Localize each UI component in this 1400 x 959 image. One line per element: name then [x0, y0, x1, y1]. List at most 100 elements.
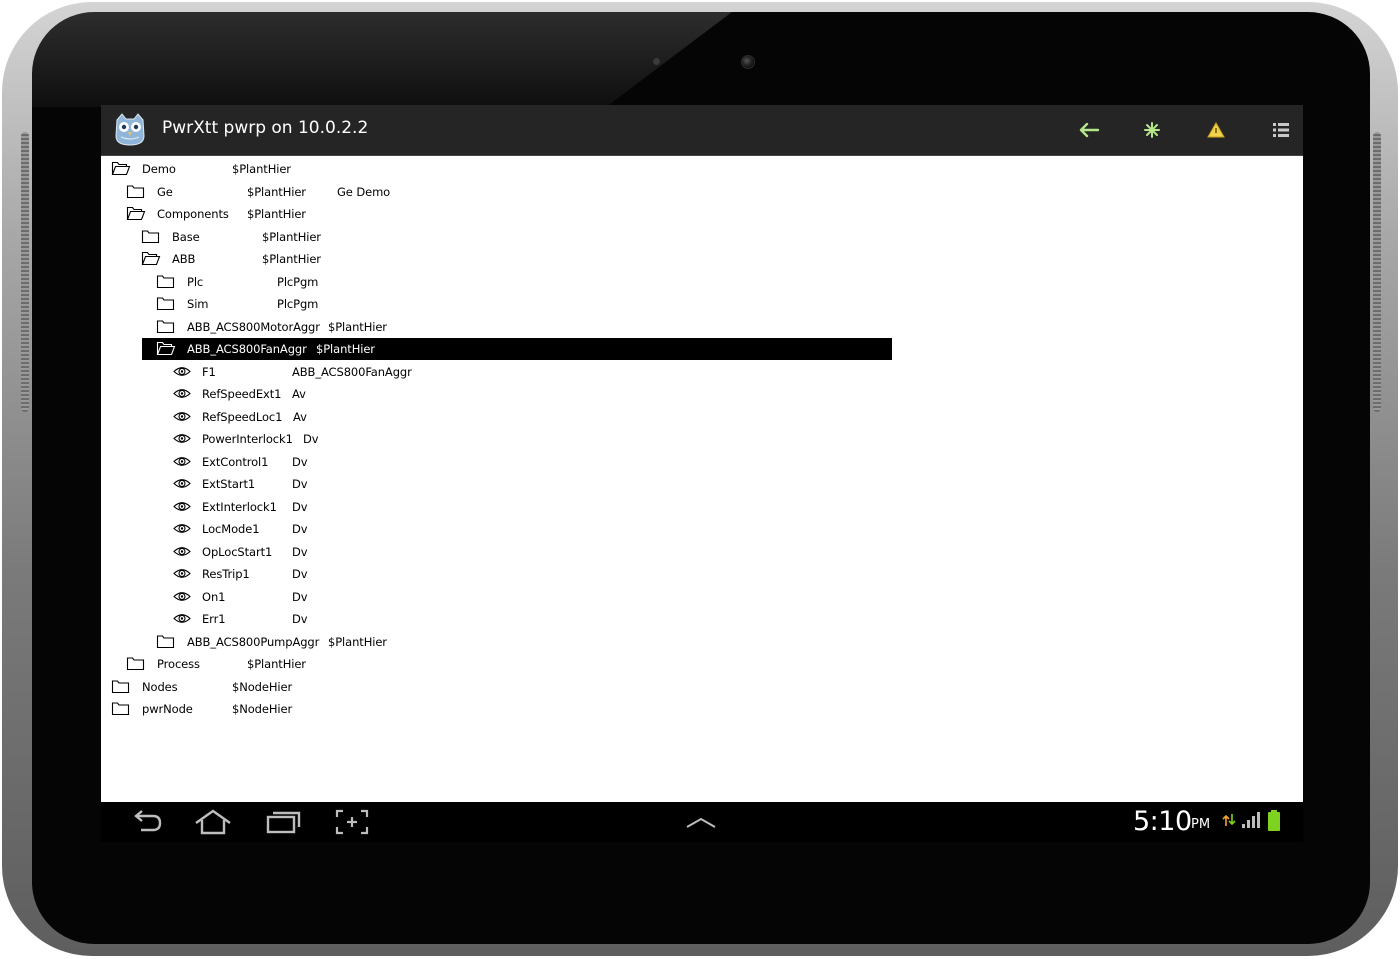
screen: PwrXtt pwrp on 10.0.2.2 Demo $PlantHier …: [101, 105, 1303, 842]
tree-item-class: Dv: [292, 454, 308, 469]
tree-item-class: $NodeHier: [232, 702, 293, 716]
warning-triangle-icon: [1207, 121, 1225, 138]
status-clock: 5:10: [1133, 806, 1192, 837]
tree-row[interactable]: Components $PlantHier: [101, 203, 1303, 225]
eye-icon[interactable]: [172, 430, 192, 447]
tree-row[interactable]: Sim PlcPgm: [101, 293, 1303, 315]
tree-item-class: Dv: [292, 522, 308, 536]
tree-row[interactable]: Plc PlcPgm: [101, 271, 1303, 293]
folder-open-icon[interactable]: [126, 205, 146, 222]
tree-item-class: PlcPgm: [277, 274, 319, 289]
eye-icon[interactable]: [172, 610, 192, 627]
tree-item-name: Process: [157, 657, 200, 671]
alarm-list-button[interactable]: [1201, 115, 1231, 145]
tree-row[interactable]: LocMode1 Dv: [101, 518, 1303, 540]
tree-item-name: RefSpeedLoc1: [202, 409, 283, 424]
tree-row[interactable]: ExtStart1 Dv: [101, 473, 1303, 495]
tree-row[interactable]: F1 ABB_ACS800FanAggr: [101, 361, 1303, 383]
tree-row[interactable]: OpLocStart1 Dv: [101, 541, 1303, 563]
folder-icon[interactable]: [111, 678, 131, 695]
folder-open-icon[interactable]: [156, 340, 176, 357]
tree-item-name: Plc: [187, 274, 204, 289]
tree-item-class: Dv: [303, 432, 319, 446]
folder-icon[interactable]: [156, 633, 176, 650]
tree-row[interactable]: ExtControl1 Dv: [101, 451, 1303, 473]
tree-row[interactable]: ABB_ACS800FanAggr $PlantHier: [101, 338, 1303, 360]
tree-row[interactable]: ResTrip1 Dv: [101, 563, 1303, 585]
tree-item-name: RefSpeedExt1: [202, 387, 282, 401]
tree-item-class: $PlantHier: [316, 342, 375, 356]
tree-row[interactable]: pwrNode $NodeHier: [101, 698, 1303, 720]
tree-item-name: On1: [202, 589, 226, 604]
nav-back-button[interactable]: [127, 807, 167, 837]
object-info-button[interactable]: [1137, 115, 1167, 145]
tree-item-name: Components: [157, 207, 229, 221]
folder-icon[interactable]: [156, 273, 176, 290]
tree-row[interactable]: Ge $PlantHier Ge Demo: [101, 181, 1303, 203]
tree-row[interactable]: ExtInterlock1 Dv: [101, 496, 1303, 518]
eye-icon[interactable]: [172, 475, 192, 492]
tree-row[interactable]: ABB $PlantHier: [101, 248, 1303, 270]
tree-item-name: LocMode1: [202, 522, 260, 536]
eye-icon[interactable]: [172, 520, 192, 537]
eye-icon[interactable]: [172, 453, 192, 470]
tree-row[interactable]: Nodes $NodeHier: [101, 676, 1303, 698]
tree-item-class: ABB_ACS800FanAggr: [292, 364, 412, 379]
folder-open-icon[interactable]: [141, 250, 161, 267]
tree-item-name: ABB_ACS800FanAggr: [187, 342, 307, 356]
tree-item-name: ABB_ACS800PumpAggr: [187, 634, 320, 649]
eye-icon[interactable]: [172, 565, 192, 582]
tree-item-name: ExtInterlock1: [202, 499, 277, 514]
eye-icon[interactable]: [172, 498, 192, 515]
folder-open-icon[interactable]: [111, 160, 131, 177]
tree-item-class: $PlantHier: [247, 184, 306, 199]
right-speaker-grille: [1373, 132, 1381, 412]
tree-row[interactable]: ABB_ACS800MotorAggr $PlantHier: [101, 316, 1303, 338]
front-camera: [741, 55, 755, 69]
tree-item-class: Av: [293, 409, 307, 424]
back-arrow-button[interactable]: [1074, 115, 1104, 145]
eye-icon[interactable]: [172, 385, 192, 402]
nav-recents-button[interactable]: [263, 807, 303, 837]
tree-item-class: PlcPgm: [277, 297, 319, 311]
light-sensor: [653, 58, 660, 65]
tree-item-name: ExtControl1: [202, 454, 269, 469]
tree-item-class: $PlantHier: [262, 252, 321, 266]
eye-icon[interactable]: [172, 363, 192, 380]
menu-button[interactable]: [1266, 115, 1296, 145]
tree-row[interactable]: Demo $PlantHier: [101, 158, 1303, 180]
eye-icon[interactable]: [172, 408, 192, 425]
eye-icon[interactable]: [172, 543, 192, 560]
tree-row[interactable]: RefSpeedLoc1 Av: [101, 406, 1303, 428]
eye-icon[interactable]: [172, 588, 192, 605]
folder-icon[interactable]: [141, 228, 161, 245]
tree-item-name: OpLocStart1: [202, 544, 273, 559]
bezel-reflection: [32, 12, 732, 107]
tree-row[interactable]: Err1 Dv: [101, 608, 1303, 630]
folder-icon[interactable]: [111, 700, 131, 717]
screenshot-icon: [335, 809, 369, 835]
tree-row[interactable]: Base $PlantHier: [101, 226, 1303, 248]
nav-expand-button[interactable]: [681, 807, 721, 837]
tree-item-name: Demo: [142, 162, 176, 176]
app-title: PwrXtt pwrp on 10.0.2.2: [162, 118, 369, 138]
system-nav-bar: 5:10 PM: [101, 802, 1303, 842]
nav-screenshot-button[interactable]: [332, 807, 372, 837]
nav-home-button[interactable]: [193, 807, 233, 837]
folder-icon[interactable]: [126, 655, 146, 672]
tree-item-class: $NodeHier: [232, 679, 293, 694]
tree-row[interactable]: Process $PlantHier: [101, 653, 1303, 675]
folder-icon[interactable]: [126, 183, 146, 200]
tree-item-name: PowerInterlock1: [202, 432, 293, 446]
home-icon: [195, 809, 231, 835]
folder-icon[interactable]: [156, 295, 176, 312]
action-bar: PwrXtt pwrp on 10.0.2.2: [101, 105, 1303, 156]
status-ampm: PM: [1191, 817, 1211, 832]
folder-icon[interactable]: [156, 318, 176, 335]
tree-row[interactable]: PowerInterlock1 Dv: [101, 428, 1303, 450]
signal-strength-icon: [1241, 810, 1263, 834]
app-owl-icon[interactable]: [111, 110, 149, 148]
tree-row[interactable]: On1 Dv: [101, 586, 1303, 608]
tree-row[interactable]: RefSpeedExt1 Av: [101, 383, 1303, 405]
tree-row[interactable]: ABB_ACS800PumpAggr $PlantHier: [101, 631, 1303, 653]
